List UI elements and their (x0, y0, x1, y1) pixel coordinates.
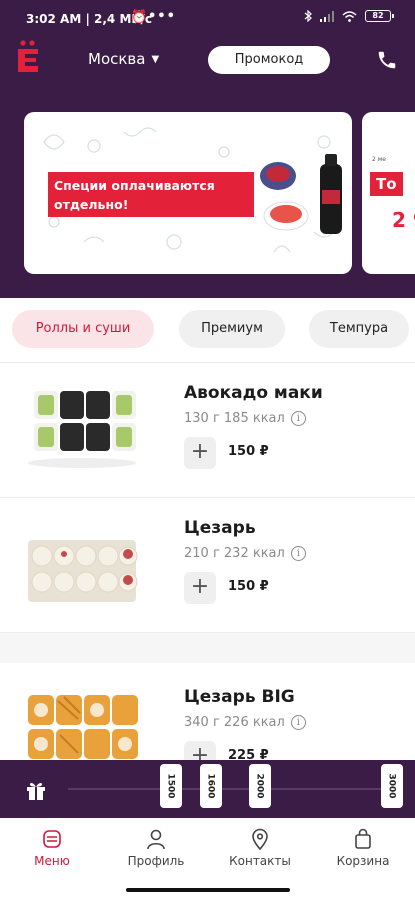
promo-code-button[interactable]: Промокод (208, 46, 330, 74)
info-icon[interactable]: i (290, 546, 306, 561)
chevron-down-icon: ▼ (151, 53, 160, 65)
milestone-badge: 1600 (200, 764, 222, 808)
alarm-icon: ⏰ (131, 10, 148, 25)
gift-icon (27, 783, 45, 800)
nav-label: Контакты (229, 854, 291, 868)
profile-icon (147, 829, 165, 850)
product-image-avocado-maki (28, 391, 136, 468)
status-bar: 3:02 AM | 2,4 МБ/с ⏰ ••• 82 (0, 0, 415, 36)
banner2-price: 2 9 (392, 208, 415, 232)
phone-icon[interactable] (376, 49, 398, 71)
nav-label: Корзина (336, 854, 390, 868)
banner-text: Специи оплачиваются отдельно! (48, 172, 254, 217)
milestone-badge: 3000 (381, 764, 403, 808)
city-label: Москва (88, 50, 146, 68)
logo[interactable] (16, 40, 40, 74)
menu-icon (43, 830, 61, 848)
tab-rolls-and-sushi[interactable]: Роллы и суши (12, 310, 154, 348)
nav-label: Меню (34, 854, 70, 868)
product-card[interactable]: Цезарь BIG 340 г 226 ккал i + 225 ₽ (0, 632, 415, 760)
add-to-cart-button[interactable]: + (184, 437, 216, 469)
wifi-icon (342, 10, 357, 22)
milestone-badge: 1500 (160, 764, 182, 808)
product-name: Цезарь (184, 518, 256, 538)
info-icon[interactable]: i (290, 411, 306, 426)
banner2-small-text: 2 ме (372, 156, 386, 163)
product-price: 150 ₽ (228, 444, 269, 459)
tab-premium[interactable]: Премиум (179, 310, 285, 348)
product-image-caesar (28, 540, 138, 602)
product-name: Авокадо маки (184, 383, 323, 403)
nav-profile[interactable]: Профиль (106, 828, 206, 868)
header: 3:02 AM | 2,4 МБ/с ⏰ ••• 82 Москва ▼ Про… (0, 0, 415, 298)
info-icon[interactable]: i (290, 715, 306, 730)
product-name: Цезарь BIG (184, 687, 295, 707)
product-meta: 130 г 185 ккал (184, 411, 285, 426)
location-icon (252, 828, 268, 850)
product-image-caesar-big (28, 695, 138, 759)
promo-banner-2[interactable]: 2 ме То 2 9 (362, 112, 415, 274)
nav-contacts[interactable]: Контакты (210, 828, 310, 868)
progress-track (68, 788, 403, 790)
status-dots: ••• (148, 9, 176, 24)
tab-tempura[interactable]: Темпура (309, 310, 409, 348)
add-to-cart-button[interactable]: + (184, 741, 216, 760)
cart-icon (355, 828, 371, 849)
battery-icon: 82 (365, 10, 394, 22)
banner2-tag: То (370, 172, 403, 196)
milestone-badge: 2000 (249, 764, 271, 808)
product-card[interactable]: Авокадо маки 130 г 185 ккал i + 150 ₽ (0, 362, 415, 497)
nav-label: Профиль (127, 854, 185, 868)
home-indicator[interactable] (126, 888, 290, 892)
sauce-products-image (260, 154, 342, 234)
signal-icon (320, 10, 334, 22)
category-tabs: Роллы и суши Премиум Темпура (0, 298, 415, 360)
status-time: 3:02 AM (26, 12, 82, 26)
bonus-progress-bar[interactable]: 1500 1600 2000 3000 (0, 760, 415, 818)
nav-menu[interactable]: Меню (2, 828, 102, 868)
product-meta: 210 г 232 ккал (184, 546, 285, 561)
promo-banner[interactable]: Специи оплачиваются отдельно! (24, 112, 352, 274)
product-price: 150 ₽ (228, 579, 269, 594)
add-to-cart-button[interactable]: + (184, 572, 216, 604)
bottom-navigation: Меню Профиль Контакты Корзина (0, 818, 415, 880)
bluetooth-icon (304, 10, 312, 22)
nav-cart[interactable]: Корзина (313, 828, 413, 868)
product-meta: 340 г 226 ккал (184, 715, 285, 730)
product-price: 225 ₽ (228, 748, 269, 760)
product-card[interactable]: Цезарь 210 г 232 ккал i + 150 ₽ (0, 497, 415, 632)
city-selector[interactable]: Москва ▼ (88, 50, 159, 68)
